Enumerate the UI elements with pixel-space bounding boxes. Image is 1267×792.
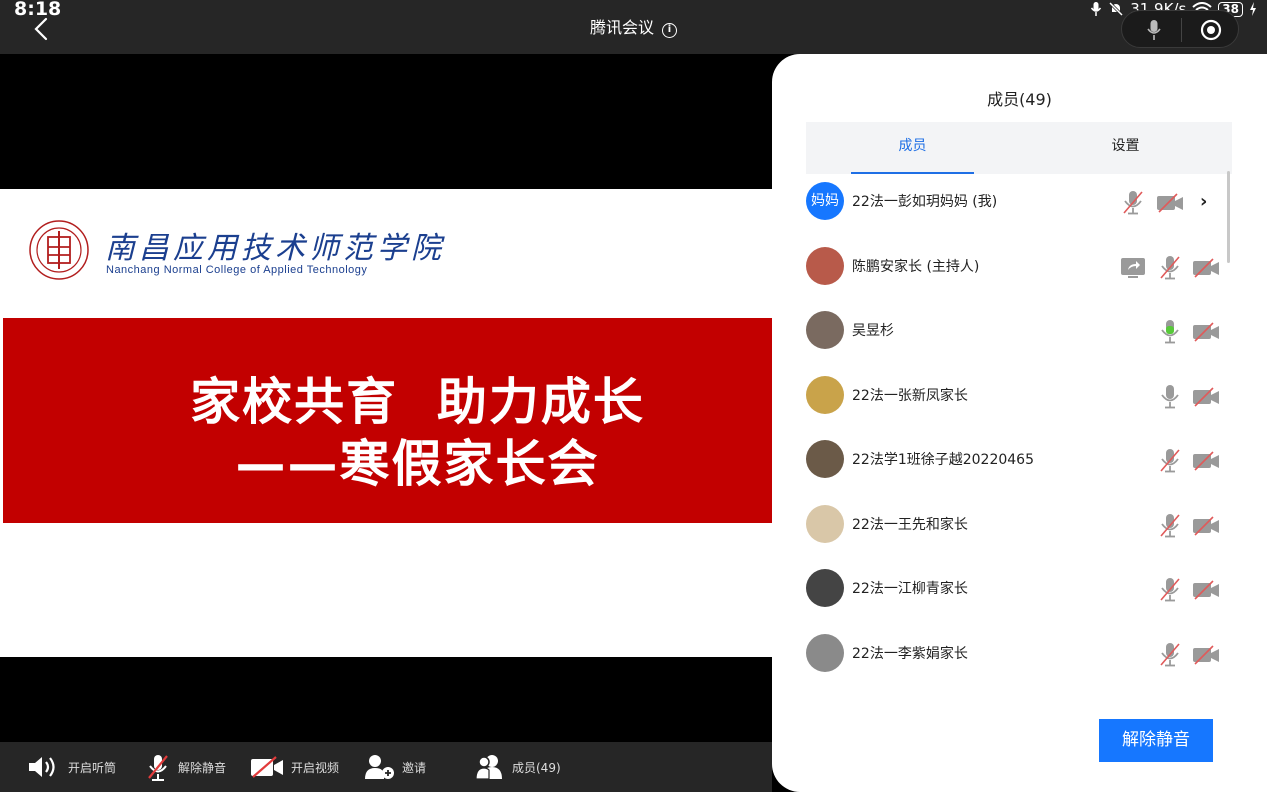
invite-icon (365, 755, 394, 779)
tab-settings[interactable]: 设置 (1019, 122, 1232, 174)
member-row[interactable]: 22法学1班徐子越20220465 (772, 430, 1267, 494)
video-off-icon (1192, 317, 1220, 345)
member-name: 22法一张新凤家长 (852, 387, 968, 404)
members-panel: 成员(49) 成员 设置 妈妈 22法一彭如玥妈妈 (我) › 陈鹏安家长 (主持人)… (772, 54, 1267, 792)
meeting-title-text: 腾讯会议 (589, 18, 654, 37)
member-list[interactable]: 妈妈 22法一彭如玥妈妈 (我) › 陈鹏安家长 (主持人) 吴昱杉 22法一张新凤家长 2… (772, 172, 1267, 708)
video-off-icon (251, 756, 283, 778)
slide-banner: 家校共育 助力成长 ——寒假家长会 (3, 318, 772, 523)
video-off-icon (1156, 188, 1184, 216)
member-row[interactable]: 22法一李紫娟家长 (772, 624, 1267, 688)
pill-mic-icon[interactable] (1147, 19, 1161, 41)
record-icon[interactable] (1200, 19, 1222, 41)
silent-bell-icon (1109, 1, 1124, 17)
member-name: 22法一江柳青家长 (852, 581, 968, 597)
video-off-icon (1192, 640, 1220, 668)
muted-mic-icon (1156, 640, 1184, 668)
avatar (806, 375, 844, 414)
members-icon (475, 755, 502, 780)
video-off-icon (1192, 511, 1220, 539)
muted-mic-icon (148, 755, 168, 781)
college-name-en: Nanchang Normal College of Applied Techn… (106, 264, 368, 276)
list-scrollbar[interactable] (1227, 171, 1230, 263)
avatar (806, 311, 844, 349)
video-off-icon (1192, 382, 1220, 410)
panel-title: 成员(49) (987, 90, 1052, 109)
college-seal-icon (29, 220, 89, 280)
mic-icon (1156, 382, 1184, 410)
info-icon[interactable]: i (662, 23, 677, 38)
avatar (806, 440, 844, 478)
video-label: 开启视频 (291, 760, 340, 775)
avatar (806, 504, 844, 543)
panel-tabs: 成员 设置 (806, 122, 1232, 174)
mic-icon (1156, 317, 1184, 345)
unmute-button[interactable]: 解除静音 (1099, 719, 1213, 762)
avatar (806, 246, 844, 285)
screen-share-icon (1119, 253, 1147, 281)
member-row[interactable]: 22法一张新凤家长 (772, 366, 1267, 430)
muted-mic-icon (1156, 575, 1184, 603)
floating-controls (1121, 10, 1239, 48)
video-off-icon (1192, 253, 1220, 281)
speaker-label: 开启听筒 (68, 760, 117, 775)
muted-mic-icon (1156, 446, 1184, 474)
speaker-icon (29, 757, 55, 777)
muted-mic-icon (1156, 253, 1184, 281)
video-button[interactable]: 开启视频 (250, 742, 339, 792)
tab-members[interactable]: 成员 (806, 122, 1019, 174)
shared-screen: 南昌应用技术师范学院 Nanchang Normal College of Ap… (0, 189, 772, 657)
muted-mic-icon (1119, 188, 1147, 216)
member-row[interactable]: 吴昱杉 (772, 301, 1267, 365)
video-off-icon (1192, 575, 1220, 603)
invite-label: 邀请 (402, 760, 427, 775)
member-row[interactable]: 22法一王先和家长 (772, 495, 1267, 559)
top-bar: 8:18 腾讯会议 i 31.9K/s 38 (0, 0, 1267, 54)
bottom-toolbar: 开启听筒 解除静音 开启视频 邀请 成员(49) (0, 742, 772, 792)
slide-subline: ——寒假家长会 (235, 435, 600, 493)
meeting-title[interactable]: 腾讯会议 i (0, 14, 1267, 38)
avatar (806, 633, 844, 672)
video-off-icon (1192, 446, 1220, 474)
member-name: 22法一彭如玥妈妈 (我) (852, 194, 998, 210)
member-name: 吴昱杉 (852, 323, 894, 339)
member-name: 22法一王先和家长 (852, 516, 968, 533)
member-row[interactable]: 陈鹏安家长 (主持人) (772, 237, 1267, 301)
chevron-right-icon[interactable]: › (1200, 191, 1207, 212)
avatar (806, 569, 844, 607)
speaker-button[interactable]: 开启听筒 (27, 742, 116, 792)
pill-divider (1181, 18, 1182, 42)
member-name: 22法学1班徐子越20220465 (852, 452, 1034, 468)
unmute-label: 解除静音 (178, 760, 227, 775)
member-name: 陈鹏安家长 (主持人) (852, 258, 980, 275)
member-row[interactable]: 22法一江柳青家长 (772, 559, 1267, 623)
members-button[interactable]: 成员(49) (475, 742, 561, 792)
mic-status-icon (1091, 2, 1102, 16)
members-label: 成员(49) (512, 760, 561, 775)
member-row[interactable]: 妈妈 22法一彭如玥妈妈 (我) › (772, 172, 1267, 236)
avatar: 妈妈 (806, 182, 844, 220)
muted-mic-icon (1156, 511, 1184, 539)
invite-button[interactable]: 邀请 (365, 742, 426, 792)
member-name: 22法一李紫娟家长 (852, 645, 968, 662)
college-name-cn: 南昌应用技术师范学院 (105, 231, 445, 266)
unmute-toolbar-button[interactable]: 解除静音 (145, 742, 226, 792)
charging-icon (1250, 2, 1256, 16)
